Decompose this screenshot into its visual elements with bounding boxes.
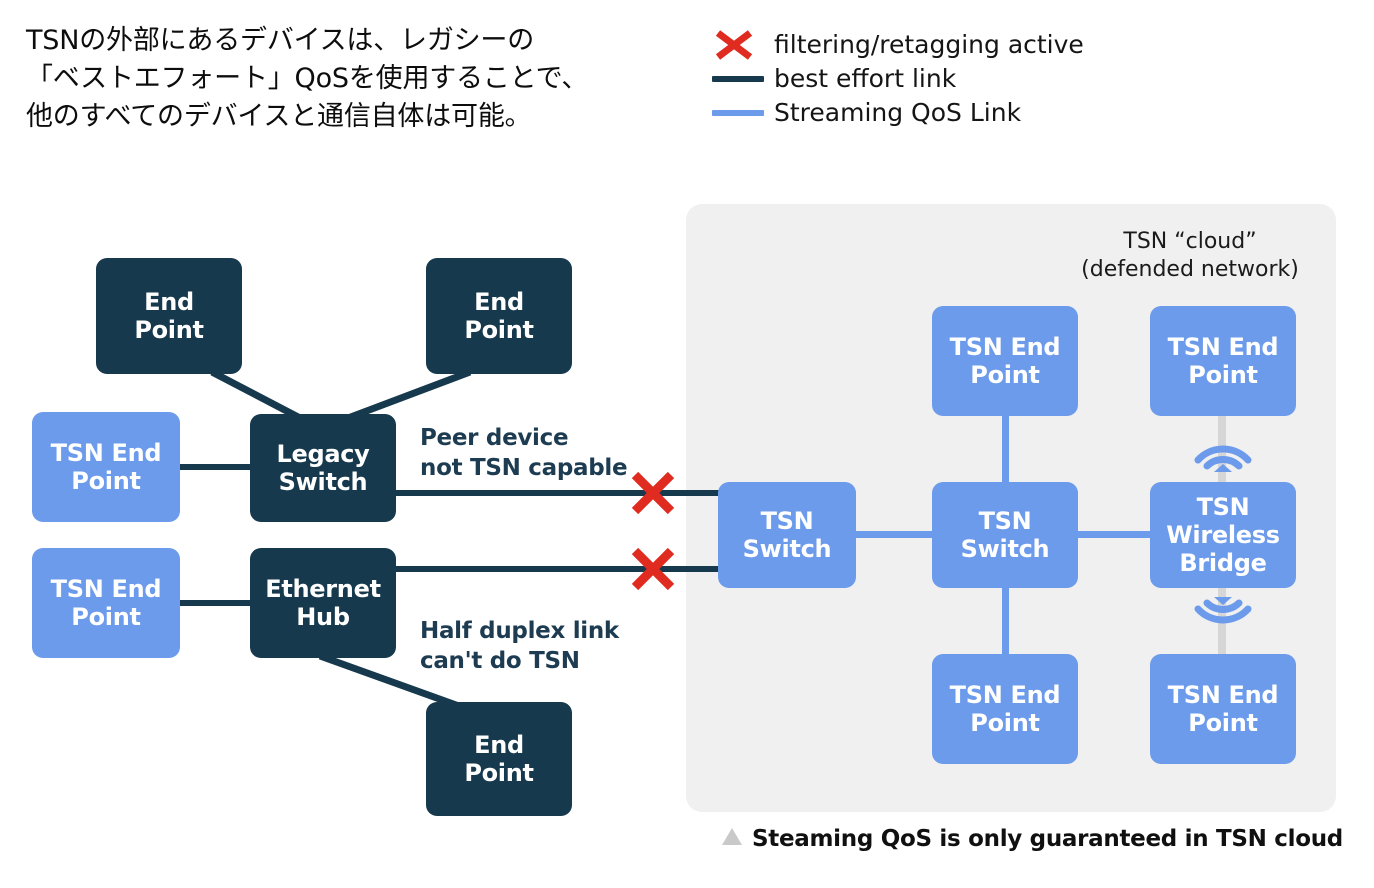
legend-item-streaming-qos: Streaming QoS Link: [712, 96, 1132, 130]
node-tsn-switch-mid[interactable]: TSN Switch: [932, 482, 1078, 588]
wifi-up-icon: [1192, 424, 1254, 477]
node-end-point-bottom[interactable]: End Point: [426, 702, 572, 816]
node-tsn-switch-left[interactable]: TSN Switch: [718, 482, 856, 588]
tsn-cloud-label-line1: TSN “cloud”: [1123, 229, 1257, 254]
red-x-icon-svg: [715, 30, 753, 60]
legend-label-streaming-qos: Streaming QoS Link: [774, 98, 1022, 127]
legend-item-filtering: filtering/retagging active: [712, 28, 1132, 62]
node-end-point-top-right[interactable]: End Point: [426, 258, 572, 374]
triangle-icon: [721, 827, 743, 851]
intro-paragraph: TSNの外部にあるデバイスは、レガシーの 「ベストエフォート」QoSを使用するこ…: [26, 25, 589, 132]
best-effort-line-icon: [712, 76, 774, 82]
footnote: Steaming QoS is only guaranteed in TSN c…: [722, 826, 1343, 852]
tsn-cloud-label: TSN “cloud” (defended network): [1040, 228, 1340, 284]
edge-tsn-switch-mid-to-wireless-bridge: [1074, 531, 1152, 538]
edge-tsn-endpoint-top-to-tsn-switch-mid: [1002, 408, 1009, 486]
legend-label-filtering: filtering/retagging active: [774, 30, 1084, 59]
legend-label-best-effort: best effort link: [774, 64, 957, 93]
node-tsn-wireless-bridge[interactable]: TSN Wireless Bridge: [1150, 482, 1296, 588]
red-x-marker-upper: [628, 468, 678, 523]
edge-endpoint-topright-to-legacy-switch: [346, 368, 472, 422]
streaming-qos-line-icon: [712, 110, 774, 116]
note-peer-device: Peer device not TSN capable: [420, 425, 628, 481]
node-tsn-end-point-cloud-bottom-mid[interactable]: TSN End Point: [932, 654, 1078, 764]
node-end-point-top-left[interactable]: End Point: [96, 258, 242, 374]
node-tsn-end-point-cloud-top-right[interactable]: TSN End Point: [1150, 306, 1296, 416]
tsn-cloud-label-line2: (defended network): [1081, 257, 1299, 282]
diagram-canvas: TSNの外部にあるデバイスは、レガシーの 「ベストエフォート」QoSを使用するこ…: [0, 0, 1374, 888]
note-half-duplex: Half duplex link can't do TSN: [420, 618, 619, 674]
edge-tsn-endpoint-to-legacy-switch: [180, 464, 252, 470]
legend: filtering/retagging active best effort l…: [712, 28, 1132, 130]
edge-tsn-endpoint-to-ethernet-hub: [180, 600, 252, 606]
footnote-text: Steaming QoS is only guaranteed in TSN c…: [752, 826, 1343, 852]
edge-tsn-switch-mid-to-tsn-endpoint-bottom: [1002, 583, 1009, 656]
node-tsn-end-point-left-upper[interactable]: TSN End Point: [32, 412, 180, 522]
node-tsn-end-point-cloud-bottom-right[interactable]: TSN End Point: [1150, 654, 1296, 764]
node-legacy-switch[interactable]: Legacy Switch: [250, 414, 396, 522]
node-ethernet-hub[interactable]: Ethernet Hub: [250, 548, 396, 658]
red-x-icon: [712, 28, 774, 62]
edge-tsn-switch-left-to-tsn-switch-mid: [856, 531, 938, 538]
node-tsn-end-point-cloud-top-mid[interactable]: TSN End Point: [932, 306, 1078, 416]
legend-item-best-effort: best effort link: [712, 62, 1132, 96]
edge-endpoint-topleft-to-legacy-switch: [210, 368, 302, 422]
red-x-marker-lower: [628, 544, 678, 599]
wifi-down-icon: [1192, 597, 1254, 650]
node-tsn-end-point-left-lower[interactable]: TSN End Point: [32, 548, 180, 658]
